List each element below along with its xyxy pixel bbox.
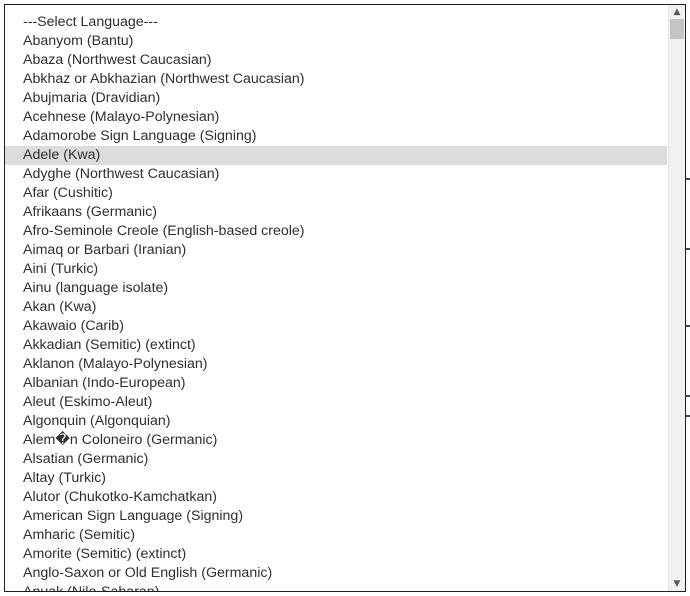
placeholder-option[interactable]: ---Select Language--- bbox=[5, 13, 667, 32]
scroll-thumb[interactable] bbox=[670, 19, 684, 39]
language-option[interactable]: Akawaio (Carib) bbox=[5, 317, 667, 336]
language-option[interactable]: Aleut (Eskimo-Aleut) bbox=[5, 393, 667, 412]
language-option[interactable]: Anglo-Saxon or Old English (Germanic) bbox=[5, 564, 667, 583]
language-option[interactable]: Akan (Kwa) bbox=[5, 298, 667, 317]
language-option[interactable]: Alsatian (Germanic) bbox=[5, 450, 667, 469]
language-option[interactable]: Aini (Turkic) bbox=[5, 260, 667, 279]
language-option[interactable]: Altay (Turkic) bbox=[5, 469, 667, 488]
language-option[interactable]: Adyghe (Northwest Caucasian) bbox=[5, 165, 667, 184]
scroll-down-icon[interactable]: ▼ bbox=[669, 577, 685, 591]
background-divider bbox=[686, 325, 690, 327]
language-option[interactable]: Acehnese (Malayo-Polynesian) bbox=[5, 108, 667, 127]
scroll-up-icon[interactable]: ▲ bbox=[669, 5, 685, 19]
background-divider bbox=[686, 395, 690, 397]
language-option[interactable]: Afro-Seminole Creole (English-based creo… bbox=[5, 222, 667, 241]
language-option[interactable]: Adamorobe Sign Language (Signing) bbox=[5, 127, 667, 146]
language-option[interactable]: American Sign Language (Signing) bbox=[5, 507, 667, 526]
language-option[interactable]: Abkhaz or Abkhazian (Northwest Caucasian… bbox=[5, 70, 667, 89]
language-option[interactable]: Aklanon (Malayo-Polynesian) bbox=[5, 355, 667, 374]
language-option[interactable]: Afrikaans (Germanic) bbox=[5, 203, 667, 222]
language-option[interactable]: Amharic (Semitic) bbox=[5, 526, 667, 545]
language-option[interactable]: Alem�n Coloneiro (Germanic) bbox=[5, 431, 667, 450]
background-divider bbox=[686, 248, 690, 250]
language-option[interactable]: Afar (Cushitic) bbox=[5, 184, 667, 203]
language-option[interactable]: Aimaq or Barbari (Iranian) bbox=[5, 241, 667, 260]
vertical-scrollbar[interactable]: ▲ ▼ bbox=[668, 5, 685, 591]
language-option[interactable]: Alutor (Chukotko-Kamchatkan) bbox=[5, 488, 667, 507]
language-option[interactable]: Abaza (Northwest Caucasian) bbox=[5, 51, 667, 70]
language-option-highlighted[interactable]: Adele (Kwa) bbox=[5, 146, 667, 165]
language-option[interactable]: Abanyom (Bantu) bbox=[5, 32, 667, 51]
language-option[interactable]: Algonquin (Algonquian) bbox=[5, 412, 667, 431]
language-option[interactable]: Albanian (Indo-European) bbox=[5, 374, 667, 393]
language-option[interactable]: Abujmaria (Dravidian) bbox=[5, 89, 667, 108]
language-option[interactable]: Amorite (Semitic) (extinct) bbox=[5, 545, 667, 564]
language-dropdown-list[interactable]: ---Select Language--- Abanyom (Bantu) Abaz… bbox=[4, 4, 686, 592]
background-divider bbox=[686, 415, 690, 417]
language-option[interactable]: Ainu (language isolate) bbox=[5, 279, 667, 298]
language-options: ---Select Language--- Abanyom (Bantu) Abaz… bbox=[5, 13, 667, 591]
language-option[interactable]: Akkadian (Semitic) (extinct) bbox=[5, 336, 667, 355]
language-option[interactable]: Anuak (Nilo-Saharan) bbox=[5, 583, 667, 591]
background-divider bbox=[686, 178, 690, 180]
